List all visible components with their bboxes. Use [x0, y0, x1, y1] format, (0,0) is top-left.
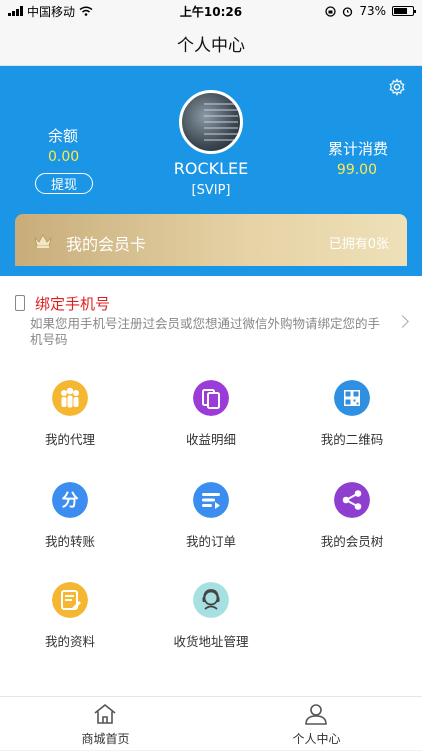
carrier-label: 中国移动	[27, 4, 76, 19]
bind-phone-description: 如果您用手机号注册过会员或您想通过微信外购物请绑定您的手机号码	[30, 316, 381, 347]
grid-item-label: 我的二维码	[320, 432, 384, 447]
grid-item-my-transfer[interactable]: 分 我的转账	[0, 482, 140, 562]
battery-icon	[392, 6, 416, 16]
transfer-icon: 分	[52, 482, 88, 518]
user-icon	[305, 704, 327, 725]
grid-item-label: 收货地址管理	[173, 634, 249, 649]
profile-header: 余额 0.00 提现 ROCKLEE [SVIP] 累计消费 99.00 我的会…	[0, 66, 422, 276]
tab-label: 个人中心	[292, 732, 341, 746]
page-title: 个人中心	[177, 36, 245, 56]
home-icon	[94, 703, 116, 724]
balance-label: 余额	[48, 127, 79, 145]
status-bar: 中国移动 上午10:26 73%	[0, 0, 422, 22]
battery-percent: 73%	[359, 4, 386, 18]
main-content: 绑定手机号 如果您用手机号注册过会员或您想通过微信外购物请绑定您的手机号码 我的…	[0, 276, 422, 696]
member-card-count: 已拥有0张	[328, 237, 389, 252]
member-level: [SVIP]	[191, 183, 231, 198]
qrcode-icon	[334, 380, 370, 416]
signal-icon	[8, 6, 23, 16]
member-card-title: 我的会员卡	[66, 235, 147, 254]
battery-fill	[394, 8, 408, 14]
tab-bar: 商城首页 个人中心	[0, 696, 422, 750]
member-card-banner[interactable]: 我的会员卡 已拥有0张	[15, 214, 407, 266]
crown-icon	[34, 234, 52, 248]
total-spend-value: 99.00	[336, 162, 377, 178]
tab-user-center[interactable]: 个人中心	[211, 697, 422, 751]
address-icon	[193, 582, 229, 618]
detail-icon	[193, 380, 229, 416]
alarm-icon	[343, 6, 353, 17]
profile-doc-icon	[52, 582, 88, 618]
wifi-icon	[79, 6, 93, 16]
grid-item-address-manage[interactable]: 收货地址管理	[141, 582, 281, 662]
gear-icon[interactable]	[388, 78, 406, 96]
grid-item-my-agent[interactable]: 我的代理	[0, 380, 140, 460]
grid-item-label: 我的代理	[44, 432, 95, 447]
status-time: 上午10:26	[179, 4, 243, 19]
tab-label: 商城首页	[81, 732, 130, 746]
nav-bar: 个人中心	[0, 22, 422, 66]
grid-item-label: 收益明细	[185, 432, 236, 447]
order-icon	[193, 482, 229, 518]
share-tree-icon	[334, 482, 370, 518]
people-icon	[52, 380, 88, 416]
grid-item-label: 我的会员树	[320, 534, 384, 549]
grid-item-member-tree[interactable]: 我的会员树	[282, 482, 422, 562]
phone-icon	[15, 295, 25, 311]
grid-item-my-order[interactable]: 我的订单	[141, 482, 281, 562]
svg-text:分: 分	[62, 491, 79, 511]
tab-mall-home[interactable]: 商城首页	[0, 697, 211, 751]
grid-item-my-profile[interactable]: 我的资料	[0, 582, 140, 662]
grid-item-label: 我的订单	[185, 534, 236, 549]
avatar[interactable]	[179, 90, 243, 154]
grid-item-label: 我的转账	[44, 534, 95, 549]
grid-item-label: 我的资料	[44, 634, 95, 649]
grid-item-my-qrcode[interactable]: 我的二维码	[282, 380, 422, 460]
bind-phone-title: 绑定手机号	[35, 295, 111, 313]
bind-phone-row[interactable]: 绑定手机号 如果您用手机号注册过会员或您想通过微信外购物请绑定您的手机号码	[0, 284, 422, 348]
chevron-right-icon	[396, 315, 409, 328]
grid-item-income-detail[interactable]: 收益明细	[141, 380, 281, 460]
rotation-lock-icon	[325, 5, 336, 17]
total-spend-label: 累计消费	[327, 140, 388, 158]
